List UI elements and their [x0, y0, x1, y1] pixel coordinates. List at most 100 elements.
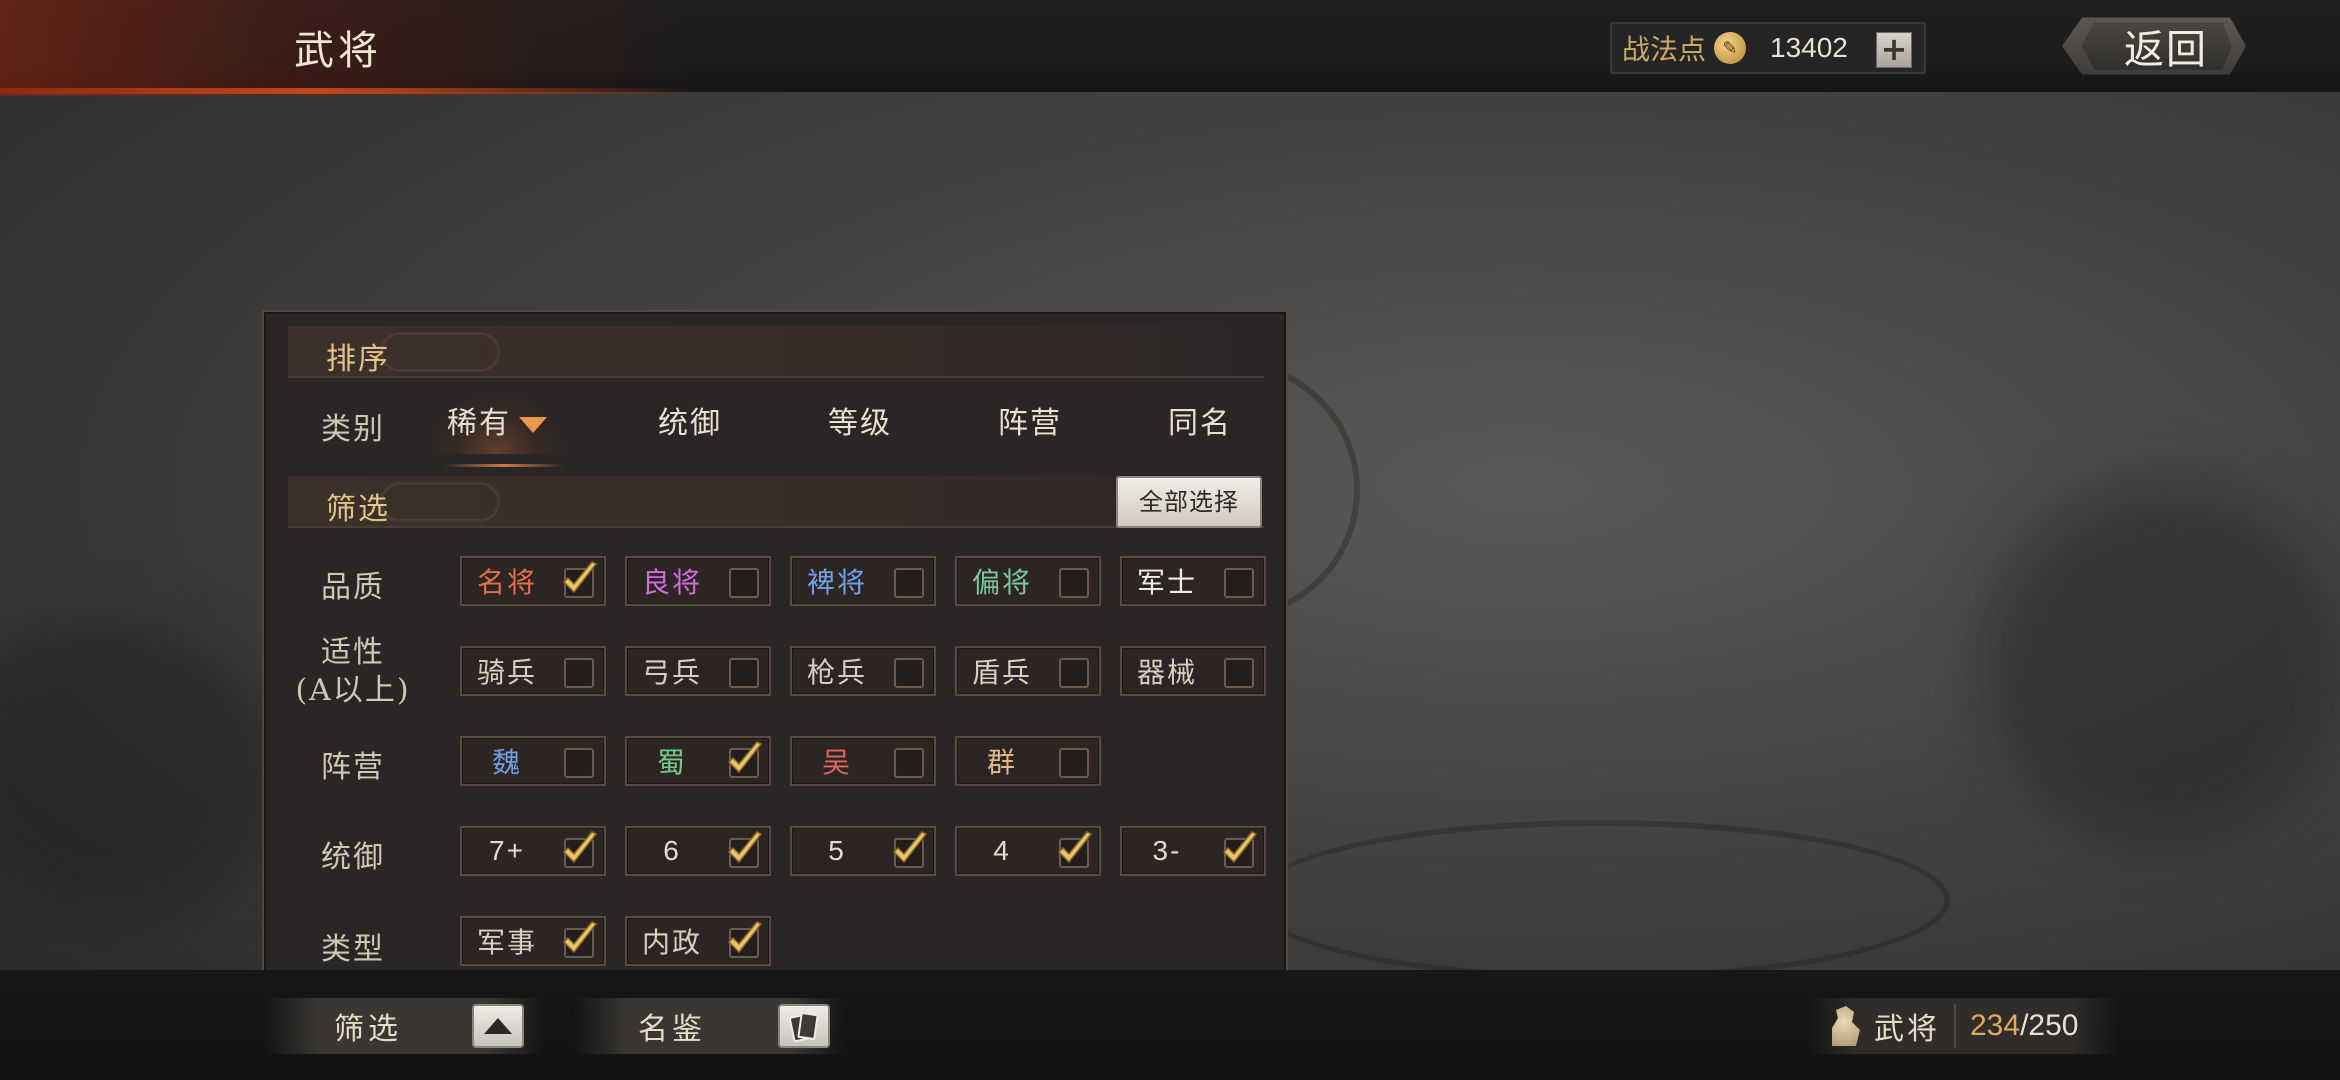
screen: 武将 战法点 ✎ 13402 + 返回 排序 类别 稀有 统御 等级 阵营 同名: [0, 0, 2340, 1080]
filter-option-label: 5: [828, 835, 846, 866]
filter-option-aptitude[interactable]: 枪兵: [790, 646, 936, 696]
checkmark-icon: [727, 921, 763, 954]
checkbox[interactable]: [564, 658, 594, 688]
filter-option-label: 内政: [641, 926, 702, 959]
checkbox[interactable]: [1059, 658, 1089, 688]
back-button[interactable]: 返回: [2046, 12, 2246, 80]
checkbox[interactable]: [894, 568, 924, 598]
filter-tab[interactable]: 筛选: [264, 998, 544, 1054]
checkbox[interactable]: [1224, 658, 1254, 688]
filter-option-type[interactable]: 军事: [460, 916, 606, 966]
filter-option-label: 3-: [1152, 835, 1182, 866]
filter-section-title: 筛选: [326, 492, 390, 527]
generals-count-display: 武将 234/250: [1808, 998, 2118, 1054]
filter-option-command[interactable]: 5: [790, 826, 936, 876]
checkmark-icon: [1057, 831, 1093, 864]
sort-option-faction[interactable]: 阵营: [950, 394, 1110, 454]
general-helmet-icon: [1832, 1006, 1860, 1046]
filter-row-label-faction: 阵营: [321, 750, 385, 785]
tactic-points-label: 战法点: [1622, 33, 1707, 66]
gallery-tab-label: 名鉴: [638, 1012, 706, 1047]
generals-total: /250: [2020, 1009, 2079, 1042]
tactic-points-value: 13402: [1770, 32, 1848, 63]
generals-count: 234/250: [1970, 1009, 2078, 1043]
sort-option-rarity[interactable]: 稀有: [432, 394, 562, 454]
collapse-filter-button[interactable]: [472, 1004, 524, 1048]
checkbox[interactable]: [1224, 568, 1254, 598]
sort-direction-icon: [519, 417, 547, 433]
cloud-swirl-ornament: [380, 332, 500, 372]
filter-option-aptitude[interactable]: 骑兵: [460, 646, 606, 696]
top-bar: 武将 战法点 ✎ 13402 + 返回: [0, 0, 2340, 96]
filter-option-command[interactable]: 4: [955, 826, 1101, 876]
checkmark-icon: [562, 831, 598, 864]
tactic-points-display: 战法点 ✎ 13402 +: [1610, 22, 1926, 74]
sort-category-label: 类别: [321, 412, 385, 447]
quill-coin-icon: ✎: [1714, 32, 1747, 64]
filter-option-type[interactable]: 内政: [625, 916, 771, 966]
gallery-tab[interactable]: 名鉴: [574, 998, 844, 1054]
filter-row-label-type: 类型: [321, 932, 385, 967]
filter-option-label: 军士: [1136, 566, 1197, 599]
checkbox[interactable]: [564, 748, 594, 778]
top-bar-accent-line: [0, 88, 700, 94]
filter-option-faction[interactable]: 群: [955, 736, 1101, 786]
filter-option-command[interactable]: 6: [625, 826, 771, 876]
sort-option-command[interactable]: 统御: [610, 394, 770, 454]
filter-option-label: 器械: [1136, 656, 1197, 689]
checkbox[interactable]: [894, 658, 924, 688]
add-points-button[interactable]: +: [1876, 32, 1912, 68]
filter-option-quality[interactable]: 军士: [1120, 556, 1266, 606]
checkbox[interactable]: [729, 658, 759, 688]
filter-option-quality[interactable]: 裨将: [790, 556, 936, 606]
filter-option-label: 名将: [476, 566, 537, 599]
filter-option-label: 魏: [491, 746, 522, 779]
sort-option-level[interactable]: 等级: [780, 394, 940, 454]
filter-option-label: 良将: [641, 566, 702, 599]
filter-option-command[interactable]: 7+: [460, 826, 606, 876]
sort-option-same-name[interactable]: 同名: [1120, 394, 1280, 454]
filter-option-label: 裨将: [806, 566, 867, 599]
checkbox[interactable]: [1059, 748, 1089, 778]
sort-section-header: 排序: [288, 326, 1264, 378]
filter-option-aptitude[interactable]: 器械: [1120, 646, 1266, 696]
filter-option-quality[interactable]: 偏将: [955, 556, 1101, 606]
filter-sort-panel: 排序 类别 稀有 统御 等级 阵营 同名 筛选 全部选择 品质 适性 (A以上)…: [262, 310, 1288, 994]
filter-option-aptitude[interactable]: 弓兵: [625, 646, 771, 696]
filter-option-label: 枪兵: [806, 656, 867, 689]
filter-option-faction[interactable]: 魏: [460, 736, 606, 786]
filter-option-label: 7+: [489, 835, 525, 866]
filter-row-label-command: 统御: [321, 840, 385, 875]
filter-option-command[interactable]: 3-: [1120, 826, 1266, 876]
filter-option-quality[interactable]: 良将: [625, 556, 771, 606]
gallery-button[interactable]: [778, 1004, 830, 1048]
select-all-button[interactable]: 全部选择: [1116, 476, 1262, 528]
sort-section-title: 排序: [326, 342, 390, 377]
checkmark-icon: [1222, 831, 1258, 864]
cloud-swirl-ornament: [380, 482, 500, 522]
checkmark-icon: [727, 741, 763, 774]
filter-option-label: 蜀: [656, 746, 687, 779]
divider: [1954, 1004, 1956, 1048]
checkmark-icon: [727, 831, 763, 864]
filter-option-faction[interactable]: 蜀: [625, 736, 771, 786]
filter-row-label-aptitude: 适性 (A以上): [288, 634, 418, 710]
filter-option-label: 6: [663, 835, 681, 866]
filter-tab-label: 筛选: [334, 1012, 402, 1047]
checkbox[interactable]: [1059, 568, 1089, 598]
filter-option-aptitude[interactable]: 盾兵: [955, 646, 1101, 696]
filter-option-label: 弓兵: [641, 656, 702, 689]
cards-icon: [788, 1011, 819, 1043]
checkbox[interactable]: [729, 568, 759, 598]
checkbox[interactable]: [894, 748, 924, 778]
filter-option-quality[interactable]: 名将: [460, 556, 606, 606]
filter-option-label: 吴: [821, 746, 852, 779]
filter-option-faction[interactable]: 吴: [790, 736, 936, 786]
page-title: 武将: [294, 28, 382, 74]
back-button-label: 返回: [2124, 27, 2208, 73]
generals-label: 武将: [1874, 1012, 1940, 1047]
aptitude-label-line1: 适性: [321, 635, 385, 670]
checkmark-icon: [562, 921, 598, 954]
triangle-up-icon: [484, 1018, 512, 1034]
filter-option-label: 偏将: [971, 566, 1032, 599]
